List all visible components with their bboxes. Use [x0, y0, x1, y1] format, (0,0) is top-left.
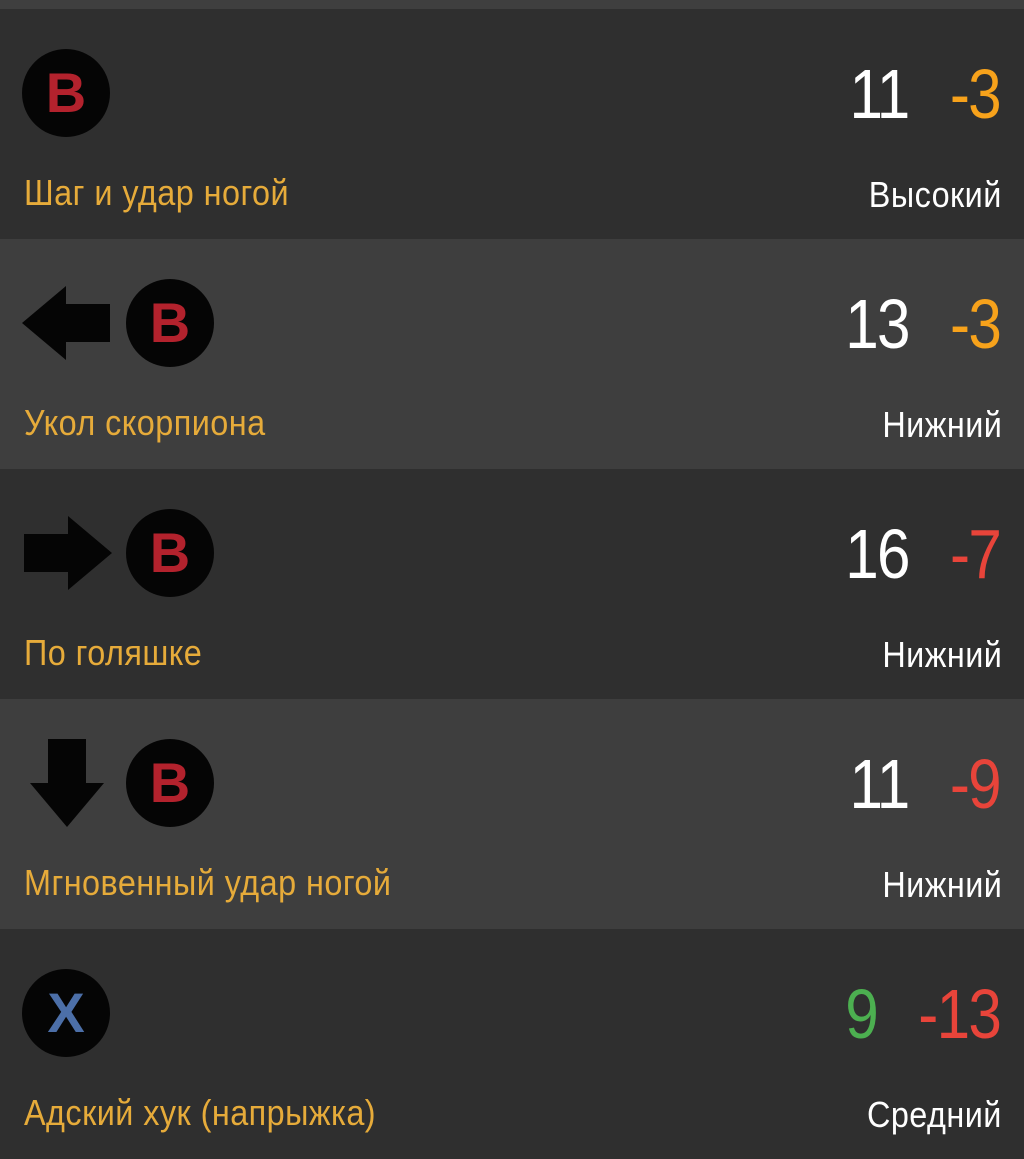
startup-frames: 11 — [849, 745, 911, 823]
b-button-icon: B — [126, 509, 214, 597]
move-row[interactable]: B 16 -7 По голяшке Нижний — [0, 469, 1024, 699]
frame-data: 9 -13 — [845, 975, 1002, 1053]
arrow-down-icon — [22, 739, 112, 827]
hit-level: Нижний — [882, 634, 1002, 675]
move-inputs: B — [22, 49, 110, 137]
frame-data: 11 -9 — [849, 745, 1002, 823]
startup-frames: 9 — [845, 975, 878, 1053]
hit-level: Нижний — [882, 404, 1002, 445]
move-name: Шаг и удар ногой — [24, 172, 290, 213]
top-strip — [0, 0, 1024, 9]
move-inputs: B — [22, 509, 214, 597]
move-inputs: B — [22, 279, 214, 367]
x-button-icon: X — [22, 969, 110, 1057]
move-name: Адский хук (напрыжка) — [24, 1092, 377, 1133]
hit-level: Высокий — [868, 174, 1002, 215]
move-name: По голяшке — [24, 632, 203, 673]
hit-level: Нижний — [882, 864, 1002, 905]
startup-frames: 11 — [849, 55, 911, 133]
move-row[interactable]: B 13 -3 Укол скорпиона Нижний — [0, 239, 1024, 469]
b-button-icon: B — [126, 279, 214, 367]
block-advantage: -3 — [949, 285, 1002, 363]
move-row[interactable]: B 11 -9 Мгновенный удар ногой Нижний — [0, 699, 1024, 929]
move-row[interactable]: B 11 -3 Шаг и удар ногой Высокий — [0, 9, 1024, 239]
block-advantage: -9 — [949, 745, 1002, 823]
hit-level: Средний — [867, 1094, 1002, 1135]
block-advantage: -7 — [949, 515, 1002, 593]
block-advantage: -13 — [918, 975, 1002, 1053]
frame-data: 13 -3 — [845, 285, 1002, 363]
arrow-left-icon — [22, 279, 112, 367]
move-list: B 11 -3 Шаг и удар ногой Высокий B 13 -3… — [0, 9, 1024, 1159]
frame-data: 11 -3 — [849, 55, 1002, 133]
block-advantage: -3 — [949, 55, 1002, 133]
b-button-icon: B — [22, 49, 110, 137]
startup-frames: 16 — [845, 515, 910, 593]
startup-frames: 13 — [845, 285, 910, 363]
frame-data: 16 -7 — [845, 515, 1002, 593]
b-button-icon: B — [126, 739, 214, 827]
move-name: Укол скорпиона — [24, 402, 266, 443]
move-row[interactable]: X 9 -13 Адский хук (напрыжка) Средний — [0, 929, 1024, 1159]
move-name: Мгновенный удар ногой — [24, 862, 392, 903]
move-inputs: X — [22, 969, 110, 1057]
arrow-right-icon — [22, 509, 112, 597]
move-inputs: B — [22, 739, 214, 827]
